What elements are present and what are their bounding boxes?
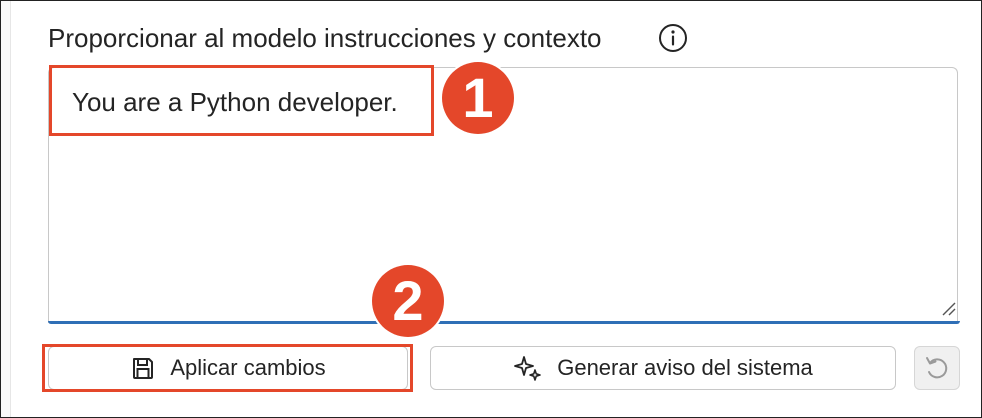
- generate-system-prompt-label: Generar aviso del sistema: [557, 355, 813, 380]
- section-label: Proporcionar al modelo instrucciones y c…: [48, 23, 602, 53]
- generate-system-prompt-button[interactable]: Generar aviso del sistema: [430, 346, 896, 390]
- annotation-marker-2: 2: [372, 265, 444, 337]
- undo-icon: [926, 357, 948, 379]
- sparkle-icon: [514, 356, 542, 381]
- panel-left-rail: [1, 1, 11, 417]
- apply-changes-label: Aplicar cambios: [170, 355, 326, 380]
- textarea-focus-underline: [48, 321, 960, 324]
- system-message-text[interactable]: You are a Python developer.: [72, 84, 398, 120]
- annotation-marker-1: 1: [442, 62, 514, 134]
- info-circle-icon[interactable]: [657, 22, 689, 54]
- save-icon: [133, 358, 154, 379]
- reset-button[interactable]: [914, 346, 960, 390]
- resize-handle-icon[interactable]: [940, 300, 956, 316]
- apply-changes-button[interactable]: Aplicar cambios: [48, 346, 408, 390]
